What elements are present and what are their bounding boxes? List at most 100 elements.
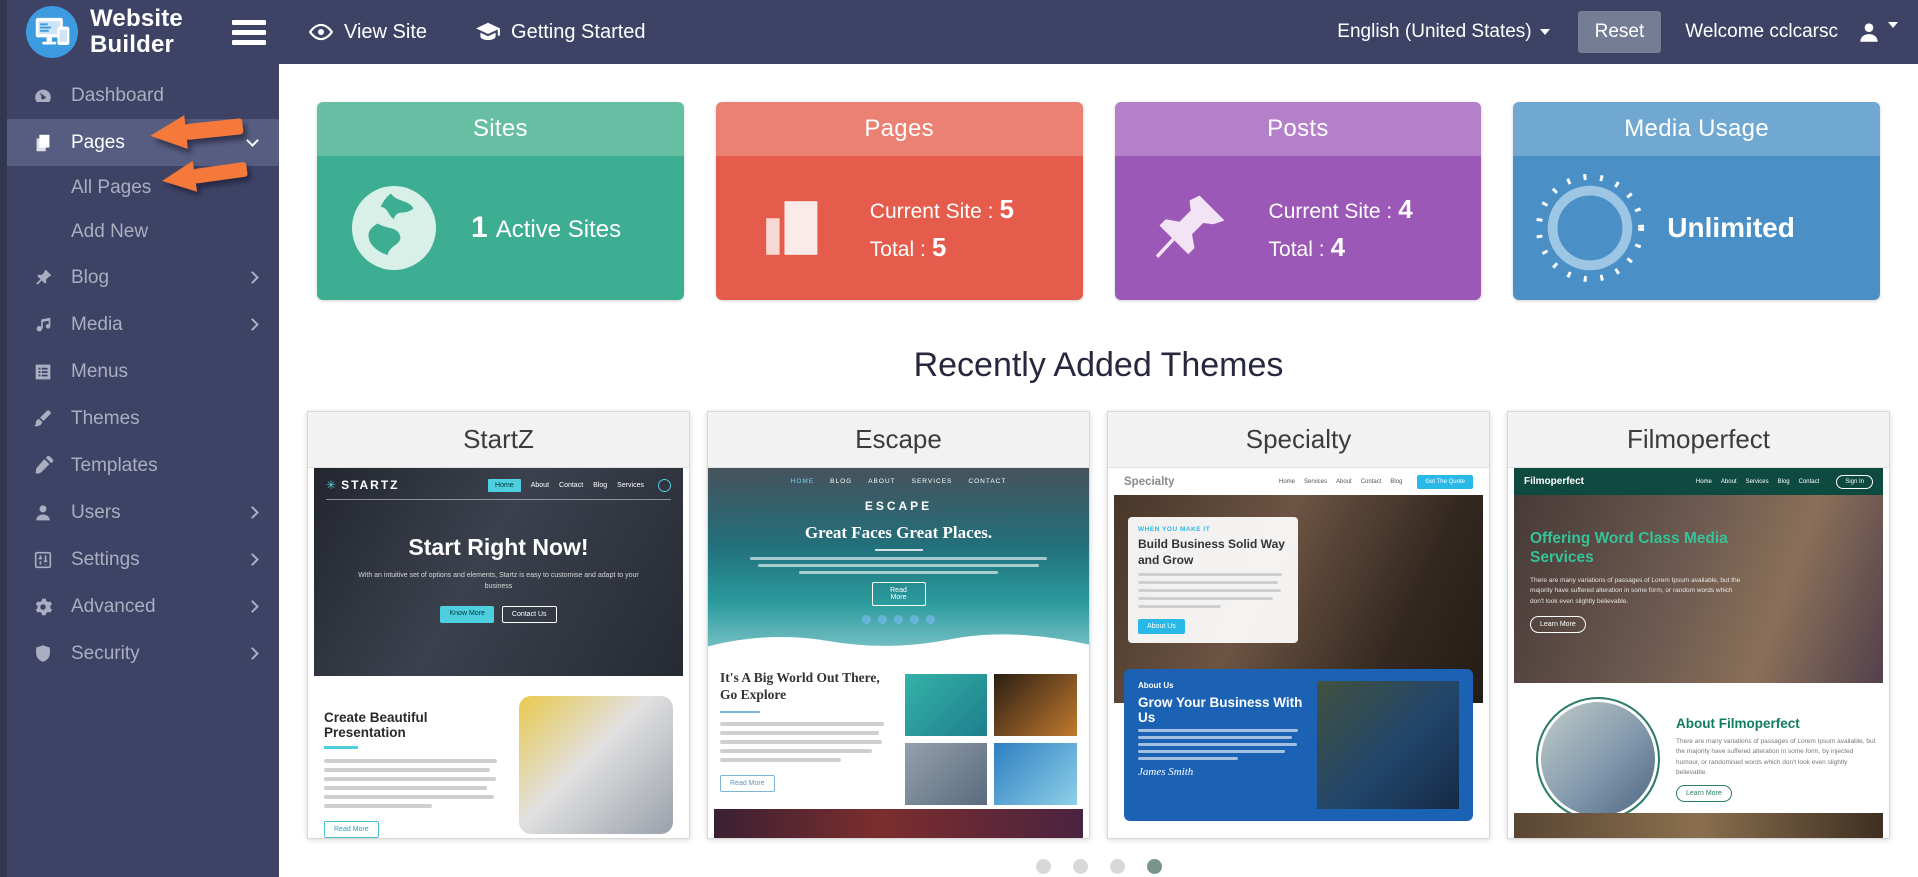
preview-logo: Filmoperfect (1524, 476, 1584, 487)
current-site-count: 5 (1000, 194, 1014, 224)
sidebar-item-media[interactable]: Media (0, 301, 279, 348)
graduation-cap-icon (475, 19, 501, 45)
preview-button: Read More (872, 582, 926, 606)
website-builder-logo-icon (26, 6, 78, 58)
theme-preview-specialty: Specialty Home Services About Contact Bl… (1108, 468, 1489, 839)
main-content: Sites 1Active Sites Pages (279, 64, 1918, 877)
theme-card-filmoperfect[interactable]: Filmoperfect Filmoperfect Home About Ser… (1507, 411, 1890, 839)
recently-added-themes-heading: Recently Added Themes (279, 346, 1918, 385)
chevron-right-icon (246, 271, 259, 284)
preview-nav: Home About Services Blog Contact Sign In (1696, 475, 1873, 489)
preview-text: There are many variations of passages of… (1676, 737, 1876, 779)
theme-card-specialty[interactable]: Specialty Specialty Home Services About … (1107, 411, 1490, 839)
preview-tagline: With an intuitive set of options and ele… (354, 571, 643, 592)
getting-started-link[interactable]: Getting Started (475, 19, 646, 45)
preview-section-heading: About Filmoperfect (1676, 716, 1876, 731)
sidebar-item-label: Security (71, 643, 140, 665)
sidebar-item-add-new[interactable]: Add New (0, 210, 279, 254)
chevron-right-icon (246, 506, 259, 519)
posts-stat: Current Site :4 Total :4 (1269, 187, 1482, 270)
sidebar-item-themes[interactable]: Themes (0, 395, 279, 442)
brand[interactable]: Website Builder (0, 6, 232, 58)
preview-photo (1317, 681, 1459, 809)
pushpin-icon (32, 267, 54, 289)
welcome-user-label: Welcome cclcarsc (1685, 21, 1838, 43)
preview-text-lines (324, 759, 505, 808)
eye-icon (308, 19, 334, 45)
language-label: English (United States) (1337, 21, 1531, 43)
carousel-dot-2[interactable] (1073, 859, 1088, 874)
current-site-count: 4 (1398, 194, 1412, 224)
gear-icon (32, 596, 54, 618)
dashboard-icon (32, 85, 54, 107)
stat-card-media-usage: Media Usage Unlimited (1513, 102, 1880, 300)
preview-nav: HOME BLOG ABOUT SERVICES CONTACT (708, 478, 1089, 485)
preview-section-label: About Us (1138, 681, 1305, 690)
preview-kicker: WHEN YOU MAKE IT (1138, 526, 1288, 533)
menus-icon (32, 361, 54, 383)
carousel-dot-4-active[interactable] (1147, 859, 1162, 874)
sidebar-item-advanced[interactable]: Advanced (0, 583, 279, 630)
view-site-link[interactable]: View Site (308, 19, 427, 45)
sidebar-item-label: Menus (71, 361, 128, 383)
startz-logo-icon: ✳ (326, 478, 336, 492)
preview-photo (519, 696, 673, 834)
stat-card-title: Posts (1115, 102, 1482, 156)
chevron-down-icon (246, 134, 259, 147)
preview-button: About Us (1138, 619, 1185, 634)
preview-text: There are many variations of passages of… (1530, 576, 1745, 607)
preview-text-lines (720, 722, 893, 762)
topbar: Website Builder View Site Getting Starte… (0, 0, 1918, 64)
theme-preview-filmoperfect: Filmoperfect Home About Services Blog Co… (1508, 468, 1889, 839)
sidebar-item-label: Themes (71, 408, 140, 430)
carousel-dot-1[interactable] (1036, 859, 1051, 874)
user-icon (32, 502, 54, 524)
total-label: Total : (1269, 238, 1325, 261)
preview-headline: Offering Word Class Media Services (1530, 529, 1760, 568)
total-count: 5 (932, 232, 946, 262)
shield-icon (32, 643, 54, 665)
theme-name: Specialty (1108, 412, 1489, 468)
sidebar-item-label: Users (71, 502, 121, 524)
preview-photo-grid (905, 670, 1078, 805)
user-menu[interactable] (1856, 19, 1898, 45)
sidebar-item-blog[interactable]: Blog (0, 254, 279, 301)
preview-social-icons (708, 615, 1089, 624)
preview-headline: Great Faces Great Places. (708, 523, 1089, 543)
theme-card-startz[interactable]: StartZ ✳ STARTZ Home About Contact Blog … (307, 411, 690, 839)
chevron-down-icon (1540, 29, 1550, 35)
carousel-dot-3[interactable] (1110, 859, 1125, 874)
language-selector[interactable]: English (United States) (1337, 21, 1549, 43)
stat-cards-row: Sites 1Active Sites Pages (279, 64, 1918, 300)
sidebar-item-templates[interactable]: Templates (0, 442, 279, 489)
gauge-icon (1513, 169, 1667, 287)
sidebar-item-settings[interactable]: Settings (0, 536, 279, 583)
theme-preview-startz: ✳ STARTZ Home About Contact Blog Service… (308, 468, 689, 839)
theme-name: Escape (708, 412, 1089, 468)
sidebar-item-security[interactable]: Security (0, 630, 279, 677)
hamburger-menu-icon[interactable] (232, 20, 266, 45)
preview-button: Contact Us (502, 606, 557, 623)
getting-started-label: Getting Started (511, 21, 646, 44)
active-sites-label: Active Sites (496, 216, 621, 243)
chevron-right-icon (246, 318, 259, 331)
preview-section-heading: Create Beautiful Presentation (324, 710, 505, 740)
sliders-icon (32, 549, 54, 571)
preview-button: Know More (440, 606, 493, 623)
media-icon (32, 314, 54, 336)
carousel-dots (279, 859, 1918, 874)
paintbrush-icon (32, 408, 54, 430)
chevron-down-icon (1888, 22, 1898, 28)
stat-card-sites: Sites 1Active Sites (317, 102, 684, 300)
preview-button: Learn More (1676, 785, 1732, 802)
theme-name: Filmoperfect (1508, 412, 1889, 468)
reset-button[interactable]: Reset (1578, 11, 1662, 53)
sidebar-item-label: Dashboard (71, 85, 164, 107)
sidebar-item-users[interactable]: Users (0, 489, 279, 536)
stat-card-title: Pages (716, 102, 1083, 156)
theme-card-escape[interactable]: Escape HOME BLOG ABOUT SERVICES CONTACT … (707, 411, 1090, 839)
brand-title: Website Builder (90, 6, 183, 58)
sidebar-item-menus[interactable]: Menus (0, 348, 279, 395)
preview-headline: Start Right Now! (326, 534, 671, 561)
preview-section-heading: It's A Big World Out There, Go Explore (720, 670, 893, 704)
